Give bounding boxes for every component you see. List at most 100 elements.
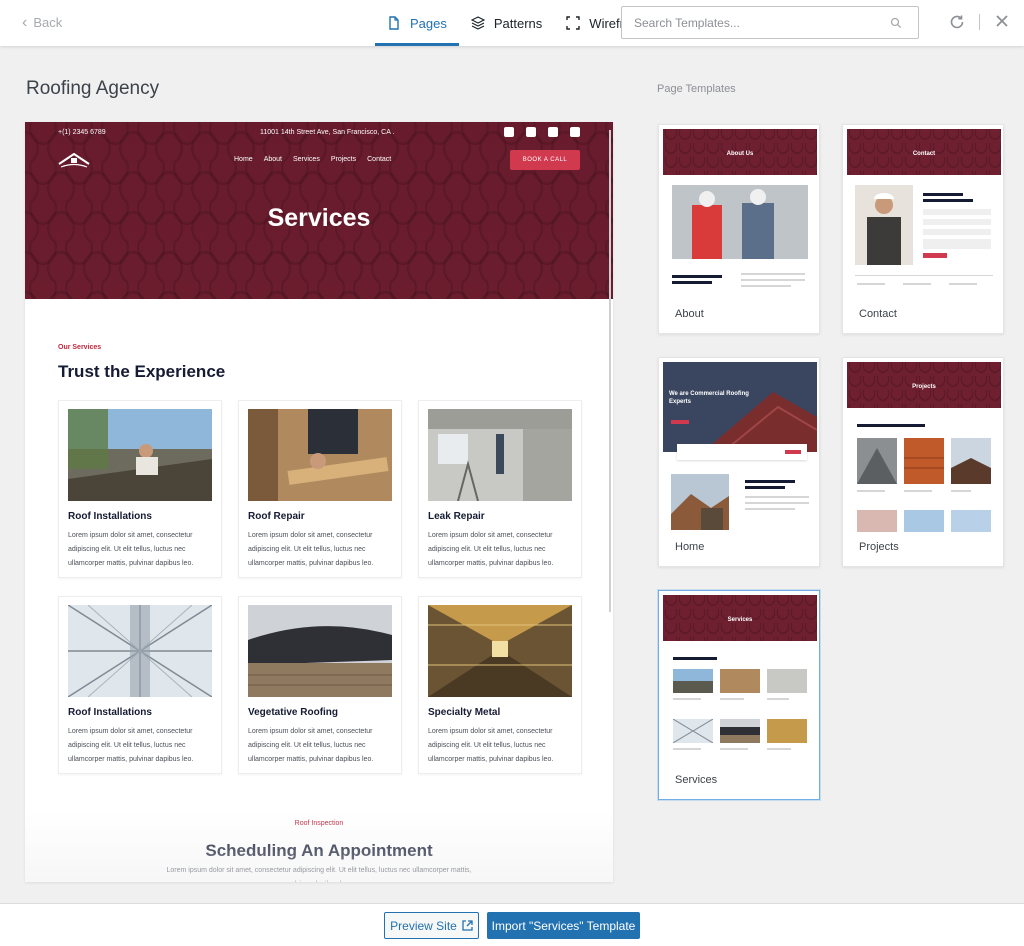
template-card-contact[interactable]: Contact Contact	[842, 124, 1004, 334]
layers-icon	[470, 16, 485, 30]
template-name: Contact	[859, 308, 897, 320]
thumbnail-text	[923, 193, 963, 196]
thumbnail-photo	[767, 669, 807, 693]
template-card-services[interactable]: Services Services	[658, 590, 820, 800]
thumbnail-photo	[857, 510, 897, 532]
service-description: Lorem ipsum dolor sit amet, consectetur …	[68, 728, 194, 763]
thumbnail-text	[949, 283, 977, 285]
preview-nav-home[interactable]: Home	[234, 156, 253, 163]
page-icon	[389, 16, 399, 30]
thumbnail-text	[745, 502, 809, 504]
divider	[979, 14, 980, 30]
service-card: Specialty Metal Lorem ipsum dolor sit am…	[418, 596, 582, 774]
service-name: Roof Installations	[68, 511, 152, 522]
service-name: Roof Installations	[68, 707, 152, 718]
thumbnail-photo	[857, 438, 897, 484]
search-box	[621, 6, 919, 39]
template-card-projects[interactable]: Projects Projects	[842, 357, 1004, 567]
service-name: Vegetative Roofing	[248, 707, 339, 718]
thumbnail-divider	[855, 275, 993, 276]
template-name: About	[675, 308, 704, 320]
site-title: Roofing Agency	[26, 78, 160, 99]
preview-nav-about[interactable]: About	[264, 156, 282, 163]
preview-nav-projects[interactable]: Projects	[331, 156, 356, 163]
external-link-icon	[462, 920, 473, 931]
back-button[interactable]: ‹ Back	[22, 13, 62, 31]
thumbnail-text	[745, 480, 795, 483]
thumbnail-button	[923, 253, 947, 258]
service-card: Vegetative Roofing Lorem ipsum dolor sit…	[238, 596, 402, 774]
facebook-icon	[504, 127, 514, 137]
preview-phone: +(1) 2345 6789	[58, 129, 106, 136]
preview-address: 11001 14th Street Ave, San Francisco, CA…	[260, 129, 395, 136]
thumbnail-photo	[904, 510, 944, 532]
import-template-button[interactable]: Import "Services" Template	[487, 912, 640, 939]
service-image	[428, 409, 572, 501]
wireframe-icon	[566, 16, 580, 30]
thumbnail-photo	[720, 669, 760, 693]
template-card-home[interactable]: We are Commercial Roofing Experts Home	[658, 357, 820, 567]
thumbnail-text	[741, 273, 805, 275]
thumbnail-text	[745, 508, 795, 510]
service-description: Lorem ipsum dolor sit amet, consectetur …	[68, 532, 194, 567]
inspection-title: Scheduling An Appointment	[205, 841, 433, 860]
service-card: Leak Repair Lorem ipsum dolor sit amet, …	[418, 400, 582, 578]
search-icon	[890, 17, 902, 29]
inspection-eyebrow: Roof Inspection	[294, 820, 344, 827]
book-a-call-button[interactable]: BOOK A CALL	[510, 150, 580, 170]
preview-socials	[504, 127, 580, 137]
service-card: Roof Repair Lorem ipsum dolor sit amet, …	[238, 400, 402, 578]
twitter-icon	[526, 127, 536, 137]
tab-pages[interactable]: Pages	[375, 0, 459, 46]
thumbnail-text	[673, 698, 701, 700]
refresh-icon[interactable]	[948, 13, 966, 31]
thumbnail-hero-photo	[663, 362, 817, 452]
thumbnail-text	[741, 279, 805, 281]
tab-patterns[interactable]: Patterns	[459, 0, 554, 46]
preview-site-button[interactable]: Preview Site	[384, 912, 479, 939]
template-thumbnail: Contact	[847, 129, 1001, 299]
service-image	[68, 409, 212, 501]
thumbnail-text	[673, 748, 701, 750]
preview-nav-contact[interactable]: Contact	[367, 156, 391, 163]
thumbnail-text	[741, 285, 791, 287]
thumbnail-field	[923, 239, 991, 249]
page-templates-label: Page Templates	[657, 83, 736, 95]
thumbnail-banner-title: About Us	[726, 151, 754, 157]
template-thumbnail: Services	[663, 595, 817, 765]
service-description: Lorem ipsum dolor sit amet, consectetur …	[428, 728, 554, 763]
thumbnail-photo	[671, 474, 729, 530]
preview-nav-services[interactable]: Services	[293, 156, 320, 163]
template-name: Home	[675, 541, 705, 553]
service-description: Lorem ipsum dolor sit amet, consectetur …	[248, 728, 374, 763]
thumbnail-banner-title: We are Commercial Roofing Experts	[669, 391, 749, 405]
preview-scrollbar[interactable]	[609, 130, 611, 612]
thumbnail-field	[923, 219, 991, 225]
bottom-action-bar: Preview Site Import "Services" Template	[0, 903, 1024, 946]
template-thumbnail: About Us	[663, 129, 817, 299]
thumbnail-text	[903, 283, 931, 285]
template-thumbnail: We are Commercial Roofing Experts	[663, 362, 817, 532]
template-card-about[interactable]: About Us About	[658, 124, 820, 334]
thumbnail-text	[857, 283, 885, 285]
top-bar: ‹ Back Pages Patterns Wireframe	[0, 0, 1024, 46]
thumbnail-banner-title: Projects	[912, 384, 936, 390]
section-title: Trust the Experience	[58, 362, 226, 381]
service-name: Leak Repair	[428, 511, 485, 522]
thumbnail-photo	[855, 185, 913, 265]
thumbnail-text	[672, 275, 722, 278]
hero-title: Services	[267, 204, 371, 232]
search-input[interactable]	[622, 7, 882, 38]
chevron-left-icon: ‹	[22, 13, 28, 31]
thumbnail-photo	[673, 669, 713, 693]
thumbnail-text	[904, 490, 932, 492]
thumbnail-photo	[951, 438, 991, 484]
preview-nav: Home About Services Projects Contact	[234, 156, 391, 163]
template-preview: +(1) 2345 6789 11001 14th Street Ave, Sa…	[25, 122, 613, 882]
close-icon[interactable]	[994, 13, 1010, 29]
section-eyebrow: Our Services	[58, 344, 102, 351]
thumbnail-photo	[951, 510, 991, 532]
service-image	[68, 605, 212, 697]
thumbnail-text	[951, 490, 971, 492]
thumbnail-text	[857, 424, 925, 427]
